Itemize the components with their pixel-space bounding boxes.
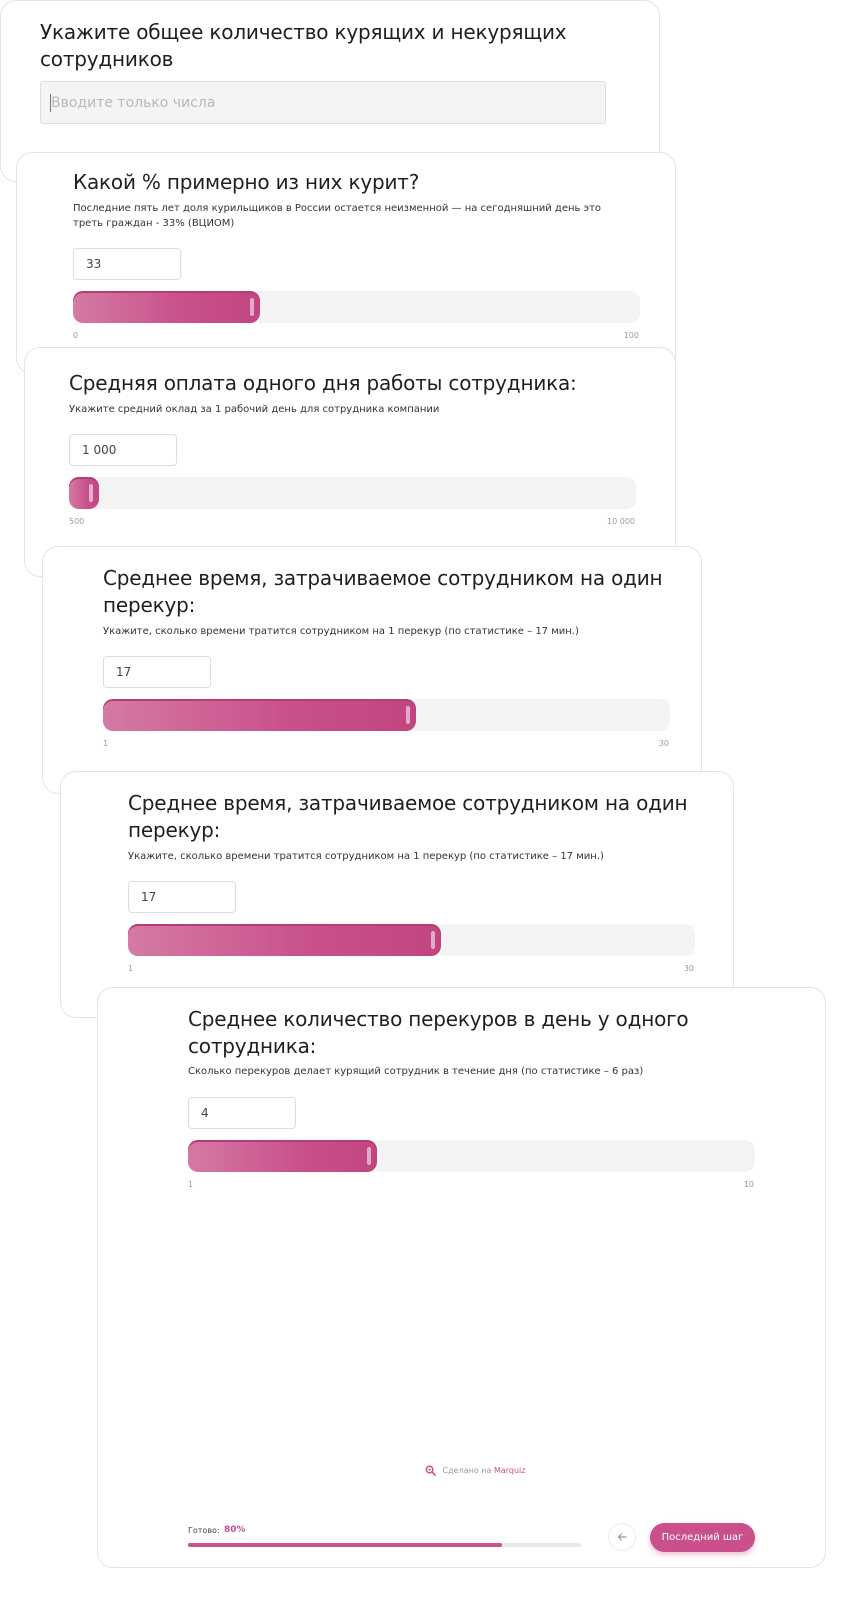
marquiz-logo-icon <box>425 1465 436 1476</box>
break-time-slider-handle[interactable] <box>431 931 435 949</box>
question-title: Среднее время, затрачиваемое сотрудником… <box>103 566 663 617</box>
text-caret <box>50 94 51 112</box>
percent-input[interactable]: 33 <box>73 248 181 280</box>
slider-min-label: 1 <box>103 739 109 748</box>
daily-pay-slider-handle[interactable] <box>89 484 93 502</box>
percent-slider-handle[interactable] <box>250 298 254 316</box>
question-title: Укажите общее количество курящих и некур… <box>40 20 567 71</box>
question-subtitle: Укажите, сколько времени тратится сотруд… <box>103 626 579 637</box>
progress-bar-track <box>188 1543 581 1547</box>
question-subtitle: Сколько перекуров делает курящий сотрудн… <box>188 1066 644 1077</box>
percent-slider-fill <box>73 291 260 323</box>
question-title: Средняя оплата одного дня работы сотрудн… <box>69 371 577 395</box>
daily-pay-input[interactable]: 1 000 <box>69 434 177 466</box>
question-subtitle: Укажите, сколько времени тратится сотруд… <box>128 851 604 862</box>
daily-pay-slider-track[interactable] <box>69 477 636 509</box>
slider-max-label: 30 <box>683 964 694 973</box>
quiz-card-breaks-per-day: Среднее количество перекуров в день у од… <box>97 987 826 1568</box>
question-title: Какой % примерно из них курит? <box>73 170 420 194</box>
made-with-marquiz-link[interactable]: Сделано на Marquiz <box>425 1465 525 1477</box>
arrow-left-icon <box>617 1533 627 1541</box>
quiz-card-daily-pay: Средняя оплата одного дня работы сотрудн… <box>24 347 676 577</box>
marquiz-brand: Marquiz <box>493 1466 526 1475</box>
slider-max-label: 100 <box>623 331 639 340</box>
slider-max-label: 10 000 <box>607 517 635 526</box>
input-placeholder: Вводите только числа <box>51 95 216 111</box>
slider-min-label: 500 <box>69 517 85 526</box>
progress-value: 80% <box>224 1525 246 1535</box>
slider-max-label: 10 <box>743 1180 754 1189</box>
percent-slider-track[interactable] <box>73 291 640 323</box>
employee-count-input[interactable]: Вводите только числа <box>40 81 606 124</box>
progress-label: Готово: <box>188 1526 220 1535</box>
quiz-card-break-time-duplicate: Среднее время, затрачиваемое сотрудником… <box>60 771 734 1018</box>
breaks-per-day-input[interactable]: 4 <box>188 1097 296 1129</box>
quiz-card-break-time: Среднее время, затрачиваемое сотрудником… <box>42 546 702 794</box>
slider-min-label: 0 <box>73 331 79 340</box>
break-time-input[interactable]: 17 <box>128 881 236 913</box>
breaks-per-day-slider-track[interactable] <box>188 1140 755 1172</box>
question-title: Среднее время, затрачиваемое сотрудником… <box>128 791 688 842</box>
break-time-input[interactable]: 17 <box>103 656 211 688</box>
break-time-slider-fill <box>103 699 416 731</box>
slider-min-label: 1 <box>188 1180 194 1189</box>
break-time-slider-fill <box>128 924 441 956</box>
breaks-per-day-slider-handle[interactable] <box>367 1147 371 1165</box>
question-subtitle: Укажите средний оклад за 1 рабочий день … <box>69 404 440 415</box>
made-with-text: Сделано на <box>442 1466 492 1475</box>
progress-bar-fill <box>188 1543 503 1547</box>
question-title: Среднее количество перекуров в день у од… <box>188 1007 689 1058</box>
break-time-slider-handle[interactable] <box>406 706 410 724</box>
slider-min-label: 1 <box>128 964 134 973</box>
break-time-slider-track[interactable] <box>128 924 695 956</box>
breaks-per-day-slider-fill <box>188 1140 377 1172</box>
break-time-slider-track[interactable] <box>103 699 670 731</box>
daily-pay-slider-fill <box>69 477 99 509</box>
quiz-card-smokers-percent: Какой % примерно из них курит? Последние… <box>16 152 676 374</box>
last-step-button[interactable]: Последний шаг <box>650 1523 755 1552</box>
question-subtitle: Последние пять лет доля курильщиков в Ро… <box>73 203 602 229</box>
back-button[interactable] <box>608 1523 636 1551</box>
slider-max-label: 30 <box>658 739 669 748</box>
